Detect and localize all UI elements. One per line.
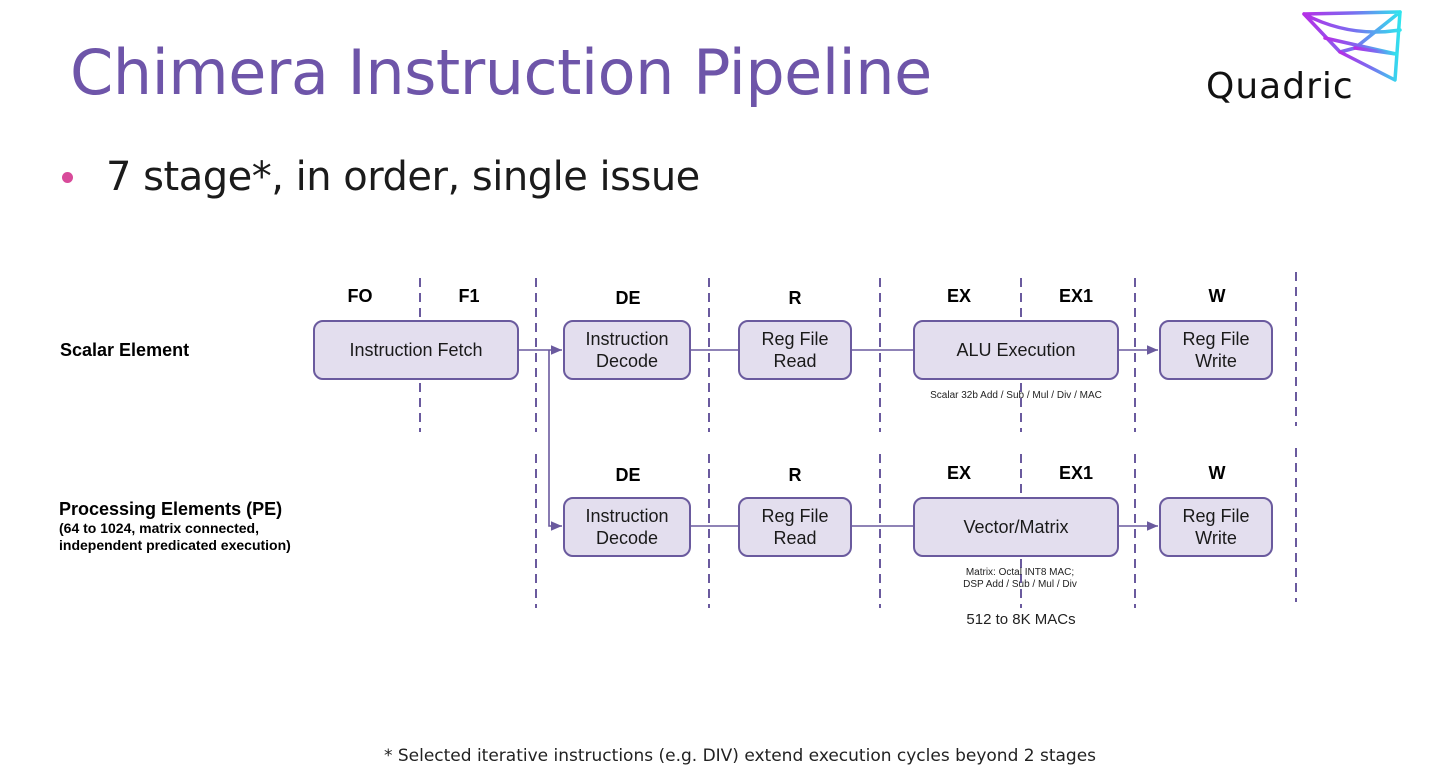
scalar-reg-file-read-box: Reg File Read xyxy=(738,320,852,380)
stage-label-ex1: EX1 xyxy=(1058,286,1094,306)
box-label-line: Read xyxy=(773,351,817,371)
mac-count-note: 512 to 8K MACs xyxy=(966,611,1076,628)
box-label-line: Write xyxy=(1195,528,1237,548)
pe-instruction-decode-box: Instruction Decode xyxy=(563,497,691,557)
box-label: ALU Execution xyxy=(956,340,1076,360)
pipeline-diagram xyxy=(419,272,1297,608)
box-label-line: Write xyxy=(1195,351,1237,371)
vector-matrix-note-1: Matrix: Octal INT8 MAC; xyxy=(965,567,1075,578)
pe-stage-label-w: W xyxy=(1208,463,1226,483)
pe-stage-label-r: R xyxy=(788,465,802,485)
stage-label-ex: EX xyxy=(946,286,972,306)
connector-fetch-pe-decode xyxy=(548,350,562,531)
box-label-line: Reg File xyxy=(1182,329,1250,349)
vector-matrix-box: Vector/Matrix xyxy=(913,497,1119,557)
box-label-line: Read xyxy=(773,528,817,548)
alu-execution-note: Scalar 32b Add / Sub / Mul / Div / MAC xyxy=(930,390,1102,401)
pe-stage-label-de: DE xyxy=(615,465,641,485)
stage-label-w: W xyxy=(1208,286,1226,306)
box-label-line: Reg File xyxy=(761,506,829,526)
stage-label-f0: FO xyxy=(347,286,373,306)
box-label-line: Instruction xyxy=(585,506,669,526)
box-label: Vector/Matrix xyxy=(963,517,1069,537)
alu-execution-box: ALU Execution xyxy=(913,320,1119,380)
instruction-fetch-box: Instruction Fetch xyxy=(313,320,519,380)
footnote: * Selected iterative instructions (e.g. … xyxy=(383,746,1097,766)
box-label-line: Decode xyxy=(595,351,659,371)
pe-stage-label-ex: EX xyxy=(946,463,972,483)
processing-elements-sublabel-1: (64 to 1024, matrix connected, xyxy=(59,520,259,536)
pe-stage-label-ex1: EX1 xyxy=(1058,463,1094,483)
stage-label-de: DE xyxy=(615,288,641,308)
processing-elements-label: Processing Elements (PE) xyxy=(59,499,283,519)
scalar-element-label: Scalar Element xyxy=(60,340,190,360)
box-label: Instruction Fetch xyxy=(349,340,483,360)
box-label-line: Instruction xyxy=(585,329,669,349)
scalar-reg-file-write-box: Reg File Write xyxy=(1159,320,1273,380)
scalar-instruction-decode-box: Instruction Decode xyxy=(563,320,691,380)
box-label-line: Reg File xyxy=(761,329,829,349)
box-label-line: Reg File xyxy=(1182,506,1250,526)
pe-reg-file-read-box: Reg File Read xyxy=(738,497,852,557)
stage-label-r: R xyxy=(788,288,802,308)
pe-reg-file-write-box: Reg File Write xyxy=(1159,497,1273,557)
vector-matrix-note-2: DSP Add / Sub / Mul / Div xyxy=(963,579,1077,590)
box-label-line: Decode xyxy=(595,528,659,548)
stage-label-f1: F1 xyxy=(458,286,480,306)
processing-elements-sublabel-2: independent predicated execution) xyxy=(59,537,291,553)
